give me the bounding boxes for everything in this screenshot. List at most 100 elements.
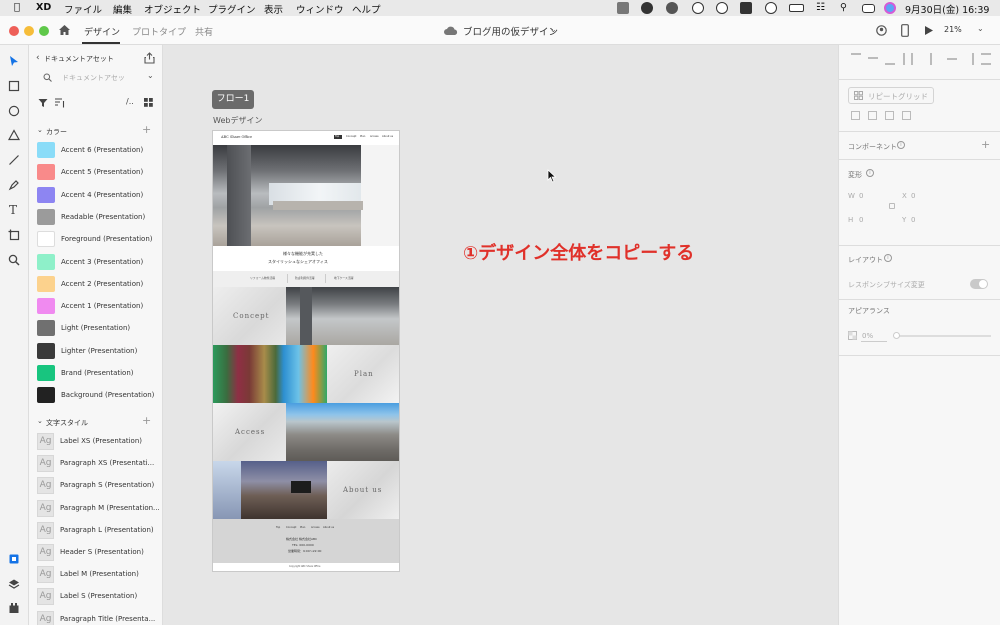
height-field[interactable]: 0	[859, 216, 863, 224]
menu-window[interactable]: ウィンドウ	[296, 2, 344, 16]
color-swatch[interactable]	[37, 365, 55, 381]
tab-design[interactable]: デザイン	[84, 25, 120, 38]
artboard[interactable]: ABC Share Office Top Concept Plan Access…	[212, 130, 400, 572]
select-tool-icon[interactable]	[8, 55, 20, 67]
user-icon[interactable]	[876, 25, 887, 36]
color-swatch[interactable]	[37, 253, 55, 270]
tab-share[interactable]: 共有	[195, 25, 213, 38]
menu-edit[interactable]: 編集	[113, 2, 132, 16]
siri-icon[interactable]	[884, 2, 896, 14]
search-chevron-icon[interactable]: ⌄	[147, 71, 154, 80]
status-icon[interactable]	[666, 2, 678, 14]
info-icon[interactable]: i	[884, 254, 892, 262]
list-view-icon[interactable]: /..	[126, 97, 134, 106]
text-tool-icon[interactable]: T	[9, 203, 17, 217]
zoom-tool-icon[interactable]	[8, 254, 20, 266]
color-swatch[interactable]	[37, 208, 55, 225]
color-swatch[interactable]	[37, 342, 55, 359]
status-icon[interactable]	[716, 2, 728, 14]
align-top-icon[interactable]	[851, 53, 861, 65]
minimize-window-button[interactable]	[24, 26, 34, 36]
boolean-subtract-icon[interactable]	[868, 111, 877, 120]
menu-help[interactable]: ヘルプ	[352, 2, 381, 16]
add-char-style-icon[interactable]: +	[142, 414, 151, 427]
color-swatch[interactable]	[37, 298, 55, 315]
status-icon[interactable]	[765, 2, 777, 14]
rectangle-tool-icon[interactable]	[8, 80, 20, 92]
document-title[interactable]: ブログ用の仮デザイン	[463, 24, 558, 38]
color-swatch[interactable]	[37, 142, 55, 158]
align-bottom-icon[interactable]	[885, 53, 895, 65]
color-swatch[interactable]	[37, 186, 55, 203]
input-method-icon[interactable]	[740, 2, 752, 14]
apple-menu-icon[interactable]: 	[14, 2, 20, 13]
share-icon[interactable]	[144, 52, 155, 64]
repeat-grid-button[interactable]: リピートグリッド	[848, 87, 934, 104]
opacity-slider-handle[interactable]	[893, 332, 900, 339]
close-window-button[interactable]	[9, 26, 19, 36]
align-middle-icon[interactable]	[868, 57, 878, 59]
width-field[interactable]: 0	[859, 192, 863, 200]
boolean-intersect-icon[interactable]	[885, 111, 894, 120]
zoom-level[interactable]: 21%	[944, 25, 962, 34]
distribute-v-icon[interactable]	[903, 53, 913, 65]
y-field[interactable]: 0	[911, 216, 915, 224]
add-component-icon[interactable]: +	[981, 138, 990, 151]
chevron-down-icon[interactable]: ⌄	[550, 25, 557, 34]
color-swatch[interactable]	[37, 320, 55, 337]
status-icon[interactable]	[617, 2, 629, 14]
distribute-h-icon[interactable]	[981, 53, 991, 65]
menu-view[interactable]: 表示	[264, 2, 283, 16]
responsive-toggle[interactable]	[970, 279, 988, 289]
clock[interactable]: 9月30日(金) 16:39	[905, 2, 989, 16]
opacity-slider[interactable]	[895, 335, 991, 337]
search-icon[interactable]: ⚲	[840, 2, 847, 13]
app-menu[interactable]: XD	[36, 2, 51, 13]
align-left-icon[interactable]	[930, 53, 940, 65]
align-center-icon[interactable]	[947, 58, 957, 60]
color-swatch[interactable]	[37, 275, 55, 292]
color-swatch[interactable]	[37, 231, 55, 248]
menu-object[interactable]: オブジェクト	[144, 2, 201, 16]
home-icon[interactable]	[58, 24, 71, 36]
polygon-tool-icon[interactable]	[8, 129, 20, 141]
ellipse-tool-icon[interactable]	[8, 105, 20, 117]
colors-collapse-icon[interactable]: ⌄	[37, 126, 43, 134]
maximize-window-button[interactable]	[39, 26, 49, 36]
add-color-icon[interactable]: +	[142, 123, 151, 136]
boolean-add-icon[interactable]	[851, 111, 860, 120]
artboard-name[interactable]: Webデザイン	[213, 115, 262, 126]
opacity-field[interactable]: 0%	[862, 332, 873, 340]
info-icon[interactable]: i	[897, 141, 905, 149]
sort-icon[interactable]	[54, 98, 65, 108]
grid-view-icon[interactable]	[144, 98, 153, 107]
menu-plugins[interactable]: プラグイン	[208, 2, 256, 16]
plugins-panel-icon[interactable]	[8, 602, 20, 614]
align-right-icon[interactable]	[964, 53, 974, 65]
wifi-icon[interactable]: ☷	[816, 2, 825, 13]
color-swatch[interactable]	[37, 387, 55, 404]
info-icon[interactable]: i	[866, 169, 874, 177]
battery-icon[interactable]	[789, 4, 804, 12]
asset-search-input[interactable]: ドキュメントアセッ	[62, 73, 125, 83]
boolean-exclude-icon[interactable]	[902, 111, 911, 120]
artboard-tool-icon[interactable]	[8, 229, 20, 241]
lock-aspect-icon[interactable]	[889, 203, 895, 209]
pen-tool-icon[interactable]	[8, 179, 20, 191]
back-chevron-icon[interactable]: ‹	[36, 53, 40, 63]
menu-file[interactable]: ファイル	[64, 2, 102, 16]
line-tool-icon[interactable]	[8, 154, 20, 166]
color-swatch[interactable]	[37, 164, 55, 181]
flow-label[interactable]: フロー1	[212, 90, 254, 109]
layers-panel-icon[interactable]	[8, 578, 20, 590]
status-icon[interactable]	[692, 2, 704, 14]
filter-icon[interactable]	[38, 98, 48, 108]
tab-prototype[interactable]: プロトタイプ	[132, 25, 186, 38]
device-preview-icon[interactable]	[901, 24, 909, 37]
zoom-chevron-icon[interactable]: ⌄	[977, 24, 984, 33]
assets-panel-icon[interactable]	[8, 553, 20, 565]
x-field[interactable]: 0	[911, 192, 915, 200]
status-icon[interactable]	[641, 2, 653, 14]
play-icon[interactable]	[924, 25, 934, 36]
char-styles-collapse-icon[interactable]: ⌄	[37, 417, 43, 425]
